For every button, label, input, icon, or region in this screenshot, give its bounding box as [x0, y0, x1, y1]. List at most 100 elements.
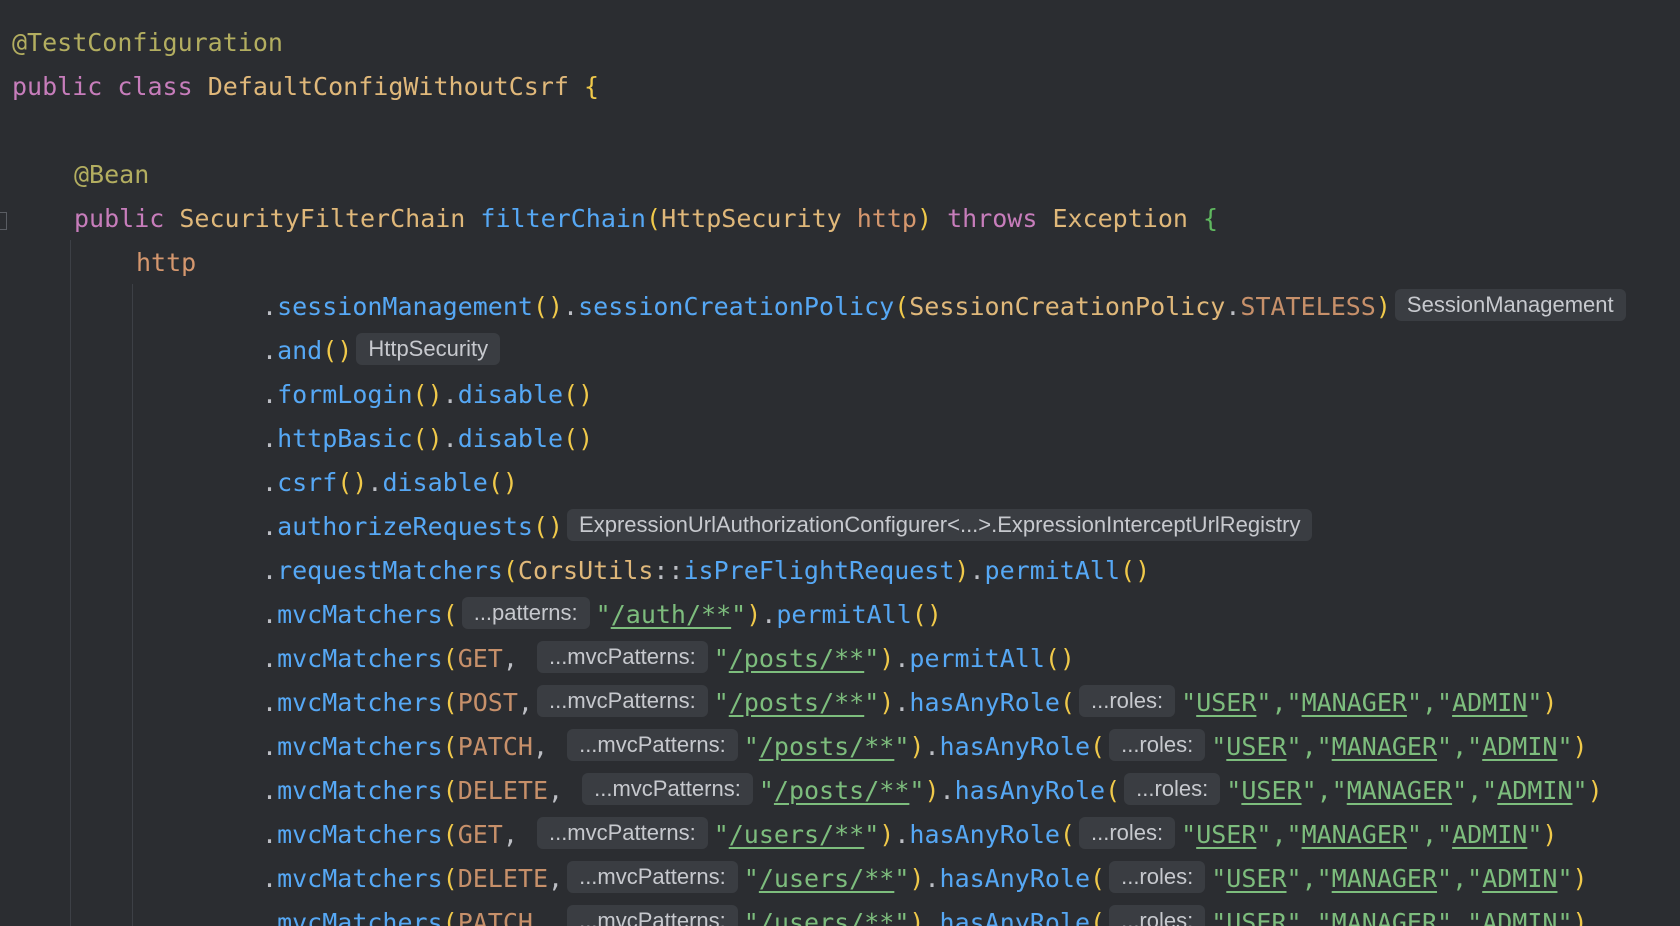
inlay-hint[interactable]: ...mvcPatterns: — [567, 729, 738, 761]
role-string-token[interactable]: ADMIN — [1452, 820, 1527, 849]
inlay-hint[interactable]: ...mvcPatterns: — [582, 773, 753, 805]
path-string-token[interactable]: /posts/** — [729, 688, 864, 717]
method-call-token: mvcMatchers — [277, 600, 443, 629]
role-string-token[interactable]: ADMIN — [1482, 908, 1557, 926]
method-call-token: disable — [457, 424, 564, 453]
param-type-token: HttpSecurity — [661, 204, 842, 233]
code-line[interactable]: .mvcMatchers(POST, ...mvcPatterns: "/posts… — [262, 681, 1557, 725]
inlay-hint[interactable]: ...roles: — [1109, 861, 1206, 893]
variable-token: http — [136, 248, 197, 277]
path-string-token[interactable]: /auth/** — [611, 600, 731, 629]
code-line[interactable]: .mvcMatchers(PATCH, ...mvcPatterns: "/pos… — [262, 725, 1588, 769]
method-call-token: csrf — [277, 468, 338, 497]
inlay-hint[interactable]: ...roles: — [1109, 905, 1206, 926]
path-string-token[interactable]: /posts/** — [759, 732, 894, 761]
method-call-token: hasAnyRole — [939, 732, 1091, 761]
keyword-token: class — [117, 72, 193, 101]
inlay-hint[interactable]: ...roles: — [1078, 817, 1176, 849]
http-verb-token: PATCH — [457, 732, 533, 761]
inlay-hint[interactable]: ...patterns: — [461, 597, 590, 629]
method-call-token: authorizeRequests — [277, 512, 533, 541]
code-line[interactable]: public class DefaultConfigWithoutCsrf { — [12, 65, 599, 109]
role-string-token[interactable]: MANAGER — [1302, 688, 1407, 717]
role-string-token[interactable]: USER — [1196, 688, 1256, 717]
code-line[interactable]: .mvcMatchers(DELETE, ...mvcPatterns: "/po… — [262, 769, 1603, 813]
method-call-token: hasAnyRole — [939, 864, 1091, 893]
method-call-token: hasAnyRole — [909, 820, 1060, 849]
http-verb-token: DELETE — [457, 864, 549, 893]
code-line[interactable]: http — [136, 241, 196, 285]
method-call-token: sessionManagement — [277, 292, 533, 321]
inlay-hint[interactable]: ...mvcPatterns: — [567, 905, 738, 926]
indent-guide — [70, 240, 71, 926]
method-call-token: mvcMatchers — [277, 776, 443, 805]
method-ref-token: isPreFlightRequest — [683, 556, 955, 585]
method-call-token: mvcMatchers — [277, 908, 443, 926]
code-line[interactable]: .mvcMatchers(GET, ...mvcPatterns: "/posts… — [262, 637, 1075, 681]
method-call-token: disable — [382, 468, 488, 497]
method-call-token: httpBasic — [277, 424, 413, 453]
code-editor[interactable]: @TestConfiguration public class DefaultC… — [0, 0, 1680, 926]
code-line[interactable]: .mvcMatchers(DELETE, ...mvcPatterns: "/use… — [262, 857, 1588, 901]
role-string-token[interactable]: MANAGER — [1332, 864, 1437, 893]
role-string-token[interactable]: ADMIN — [1482, 732, 1557, 761]
code-line[interactable]: @Bean — [74, 153, 149, 197]
inlay-hint[interactable]: ...mvcPatterns: — [536, 685, 708, 717]
inlay-hint[interactable]: ...mvcPatterns: — [536, 641, 708, 673]
path-string-token[interactable]: /posts/** — [774, 776, 909, 805]
method-call-token: formLogin — [277, 380, 413, 409]
method-call-token: hasAnyRole — [939, 908, 1091, 926]
method-call-token: disable — [457, 380, 564, 409]
inlay-hint[interactable]: ...mvcPatterns: — [567, 861, 738, 893]
inlay-hint[interactable]: ...mvcPatterns: — [536, 817, 708, 849]
path-string-token[interactable]: /users/** — [759, 908, 894, 926]
role-string-token[interactable]: MANAGER — [1332, 908, 1437, 926]
role-string-token[interactable]: MANAGER — [1332, 732, 1437, 761]
code-line[interactable]: .authorizeRequests() ExpressionUrlAuthori… — [262, 505, 1318, 549]
code-line[interactable]: .formLogin().disable() — [262, 373, 593, 417]
method-call-token: mvcMatchers — [277, 732, 443, 761]
inlay-hint[interactable]: SessionManagement — [1394, 289, 1626, 321]
path-string-token[interactable]: /posts/** — [729, 644, 864, 673]
code-line[interactable]: .mvcMatchers(GET, ...mvcPatterns: "/users… — [262, 813, 1557, 857]
brace-token: { — [584, 72, 600, 101]
brace-token: { — [1203, 204, 1219, 233]
keyword-token: public — [12, 72, 103, 101]
http-verb-token: GET — [457, 820, 503, 849]
method-name-token: filterChain — [480, 204, 646, 233]
code-line[interactable]: .httpBasic().disable() — [262, 417, 593, 461]
method-call-token: mvcMatchers — [277, 820, 443, 849]
code-line[interactable]: .and() HttpSecurity — [262, 329, 506, 373]
fold-marker-icon[interactable] — [0, 212, 7, 230]
role-string-token[interactable]: USER — [1226, 908, 1286, 926]
keyword-token: throws — [947, 204, 1038, 233]
method-call-token: permitAll — [984, 556, 1121, 585]
role-string-token[interactable]: USER — [1226, 864, 1286, 893]
method-call-token: hasAnyRole — [909, 688, 1060, 717]
role-string-token[interactable]: ADMIN — [1497, 776, 1572, 805]
path-string-token[interactable]: /users/** — [759, 864, 894, 893]
code-line[interactable]: .mvcMatchers(...patterns: "/auth/**").per… — [262, 593, 942, 637]
inlay-hint[interactable]: ...roles: — [1079, 685, 1176, 717]
class-name-token: DefaultConfigWithoutCsrf — [207, 72, 569, 101]
code-line[interactable]: .requestMatchers(CorsUtils::isPreFlightR… — [262, 549, 1150, 593]
role-string-token[interactable]: USER — [1241, 776, 1301, 805]
code-line[interactable]: public SecurityFilterChain filterChain(H… — [74, 197, 1218, 241]
method-call-token: permitAll — [776, 600, 912, 629]
code-line[interactable]: @TestConfiguration — [12, 21, 283, 65]
inlay-hint[interactable]: ...roles: — [1109, 729, 1206, 761]
inlay-hint[interactable]: HttpSecurity — [356, 333, 501, 365]
method-call-token: mvcMatchers — [277, 864, 443, 893]
role-string-token[interactable]: USER — [1226, 732, 1286, 761]
inlay-hint[interactable]: ...roles: — [1124, 773, 1221, 805]
role-string-token[interactable]: USER — [1196, 820, 1256, 849]
code-line[interactable]: .sessionManagement().sessionCreationPoli… — [262, 285, 1632, 329]
role-string-token[interactable]: MANAGER — [1302, 820, 1407, 849]
role-string-token[interactable]: ADMIN — [1452, 688, 1527, 717]
role-string-token[interactable]: MANAGER — [1347, 776, 1452, 805]
role-string-token[interactable]: ADMIN — [1482, 864, 1557, 893]
code-line[interactable]: .csrf().disable() — [262, 461, 518, 505]
code-line[interactable]: .mvcMatchers(PATCH, ...mvcPatterns: "/use… — [262, 901, 1588, 926]
inlay-hint[interactable]: ExpressionUrlAuthorizationConfigurer<...… — [567, 509, 1313, 541]
path-string-token[interactable]: /users/** — [729, 820, 864, 849]
